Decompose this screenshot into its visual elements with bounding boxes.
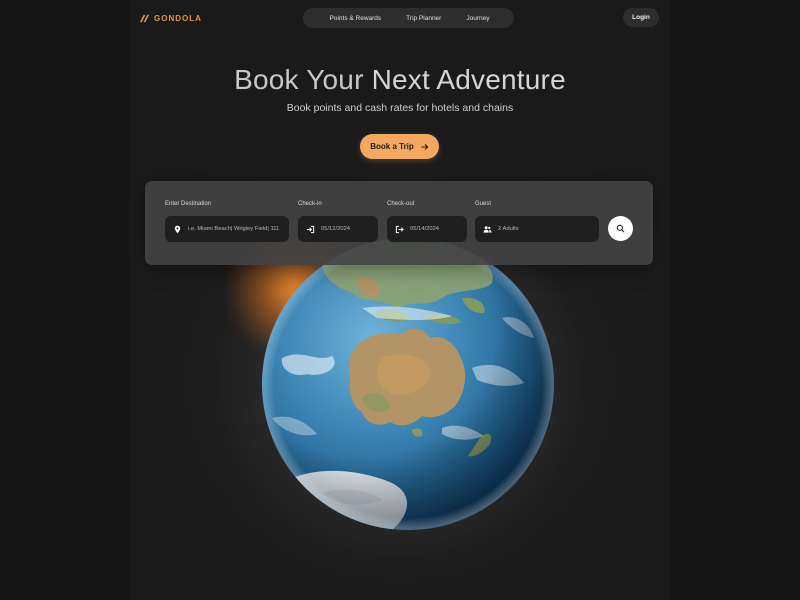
earth-globe-image [262,238,554,530]
checkout-field[interactable]: 05/14/2024 [387,216,467,242]
users-icon [483,225,492,233]
hero-title: Book Your Next Adventure [0,64,800,96]
page-background: GONDOLA Points & Rewards Trip Planner Jo… [0,0,800,600]
checkout-input[interactable]: 05/14/2024 [410,226,439,232]
hero-title-part1: Book Your [234,64,372,95]
destination-field[interactable]: i.e. Miami Beach| Wrigley Field| 111 M [165,216,289,242]
map-pin-icon [174,225,181,233]
nav-item-trip-planner[interactable]: Trip Planner [406,15,441,22]
guest-label: Guest [475,201,492,207]
guest-input[interactable]: 2 Adults [498,226,519,232]
brand-logo[interactable]: GONDOLA [139,12,202,24]
search-button[interactable] [608,216,633,241]
nav-item-journey[interactable]: Journey [466,15,489,22]
checkin-input[interactable]: 05/12/2024 [321,226,350,232]
search-icon [616,224,625,233]
hero-subtitle: Book points and cash rates for hotels an… [286,102,514,114]
gondola-logo-icon [139,14,150,22]
checkin-label: Check-in [298,201,322,207]
top-nav: Points & Rewards Trip Planner Journey [303,8,514,28]
arrow-right-icon [421,143,428,150]
logout-arrow-icon [395,225,404,233]
brand-name: GONDOLA [154,13,202,23]
earth-globe-illustration [262,238,554,530]
book-trip-button[interactable]: Book a Trip [360,134,439,159]
checkout-label: Check-out [387,201,415,207]
book-trip-label: Book a Trip [370,142,414,151]
destination-label: Enter Destination [165,201,212,207]
login-button[interactable]: Login [623,8,659,27]
nav-item-points-rewards[interactable]: Points & Rewards [330,15,382,22]
hero-title-part2: Next Adventure [371,64,566,95]
booking-search-panel: Enter Destination i.e. Miami Beach| Wrig… [145,181,653,265]
guest-field[interactable]: 2 Adults [475,216,599,242]
checkin-field[interactable]: 05/12/2024 [298,216,378,242]
login-arrow-icon [306,225,315,233]
destination-input[interactable]: i.e. Miami Beach| Wrigley Field| 111 M [188,226,281,232]
